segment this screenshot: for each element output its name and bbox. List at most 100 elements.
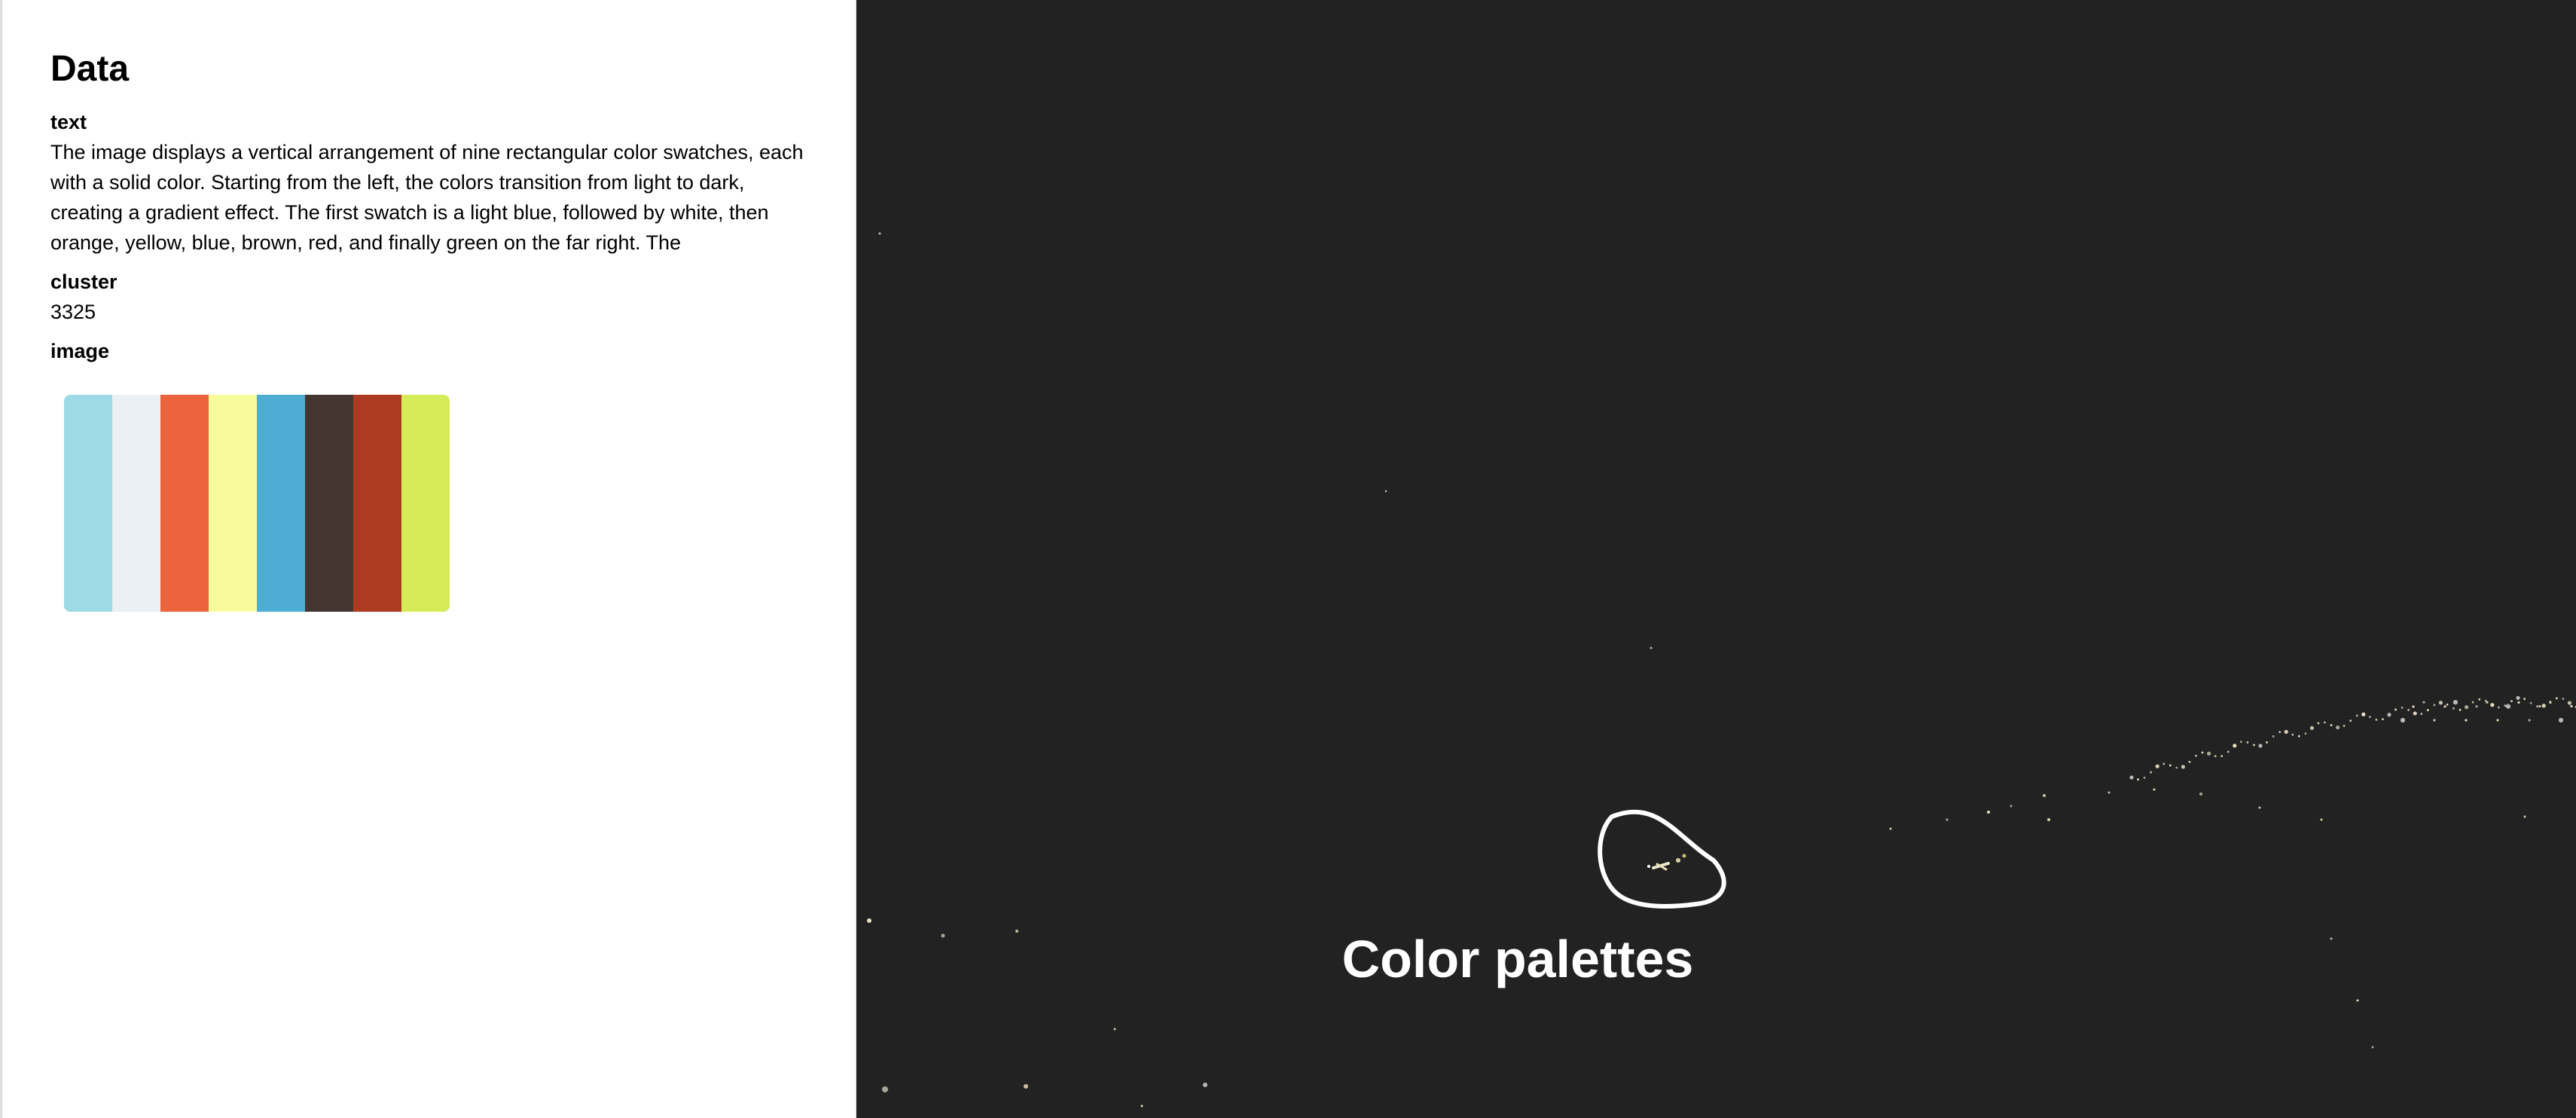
map-point[interactable] [2420, 713, 2423, 715]
map-point[interactable] [2401, 707, 2404, 709]
map-point[interactable] [2465, 705, 2469, 710]
map-point[interactable] [2413, 711, 2417, 716]
map-point[interactable] [1203, 1083, 1207, 1087]
map-point[interactable] [2107, 791, 2111, 794]
map-point[interactable] [2523, 815, 2526, 818]
map-point[interactable] [2330, 937, 2333, 940]
map-point[interactable] [2227, 750, 2230, 753]
map-point[interactable] [2528, 719, 2531, 722]
map-point[interactable] [2253, 744, 2255, 747]
map-point[interactable] [2336, 725, 2340, 730]
map-point[interactable] [2475, 705, 2478, 708]
map-point[interactable] [2465, 719, 2468, 722]
map-point[interactable] [2426, 709, 2429, 712]
map-point[interactable] [2320, 818, 2323, 821]
map-point[interactable] [2201, 751, 2204, 754]
map-point[interactable] [2207, 751, 2211, 756]
map-point[interactable] [2529, 701, 2532, 704]
map-point[interactable] [2562, 698, 2565, 700]
map-point[interactable] [2297, 735, 2300, 738]
highlighted-cluster-points[interactable] [1647, 854, 1686, 871]
map-point[interactable] [2490, 703, 2495, 707]
map-point[interactable] [2387, 713, 2391, 717]
map-point[interactable] [2153, 788, 2156, 791]
map-point[interactable] [2349, 719, 2352, 722]
map-point[interactable] [2433, 719, 2436, 722]
map-point[interactable] [1015, 930, 1018, 933]
map-point[interactable] [878, 232, 881, 235]
map-point[interactable] [882, 1086, 888, 1092]
map-point[interactable] [2446, 703, 2449, 706]
map-point[interactable] [2458, 708, 2462, 711]
map-point[interactable] [2258, 744, 2263, 748]
map-point[interactable] [2220, 755, 2223, 758]
map-point[interactable] [2155, 764, 2159, 768]
map-point[interactable] [1987, 811, 1990, 814]
map-point[interactable] [2412, 705, 2415, 708]
map-point[interactable] [2505, 704, 2511, 709]
map-point[interactable] [2452, 700, 2458, 705]
map-point[interactable] [2324, 721, 2326, 724]
map-point[interactable] [1113, 1028, 1116, 1031]
map-point[interactable] [2382, 718, 2384, 721]
cluster-highlight-circle-icon[interactable] [1598, 809, 1726, 909]
map-point[interactable] [2150, 771, 2153, 774]
map-point[interactable] [2368, 716, 2371, 718]
map-point[interactable] [2536, 705, 2539, 708]
map-point[interactable] [2355, 714, 2358, 717]
map-point[interactable] [2181, 765, 2186, 769]
map-point[interactable] [2549, 701, 2552, 704]
map-point[interactable] [2361, 712, 2366, 716]
map-point[interactable] [2047, 818, 2050, 821]
map-point[interactable] [2555, 697, 2558, 700]
map-point[interactable] [2272, 735, 2275, 738]
map-point[interactable] [2452, 707, 2455, 710]
map-point[interactable] [2169, 764, 2172, 767]
map-point[interactable] [2523, 698, 2526, 701]
map-point[interactable] [2284, 729, 2288, 735]
map-point[interactable] [2137, 778, 2139, 780]
map-point[interactable] [2266, 741, 2268, 744]
map-point[interactable] [1384, 490, 1387, 493]
embedding-map[interactable]: Color palettes [859, 0, 2576, 1118]
map-point[interactable] [2478, 698, 2481, 701]
map-point[interactable] [2195, 754, 2197, 757]
map-point[interactable] [2239, 741, 2242, 744]
cluster-label[interactable]: Color palettes [1216, 925, 1819, 993]
map-point[interactable] [2375, 719, 2378, 721]
map-point[interactable] [1946, 818, 1949, 821]
map-point[interactable] [2214, 755, 2217, 758]
map-point[interactable] [2371, 1046, 2374, 1049]
map-point[interactable] [2246, 741, 2249, 744]
map-point[interactable] [941, 933, 945, 938]
map-point[interactable] [2343, 725, 2346, 727]
map-point[interactable] [2188, 760, 2191, 763]
map-point[interactable] [2497, 706, 2500, 709]
map-point[interactable] [2570, 704, 2573, 707]
map-point[interactable] [2175, 766, 2178, 769]
map-point[interactable] [2162, 762, 2165, 765]
map-point[interactable] [2443, 705, 2446, 708]
map-point[interactable] [2043, 794, 2046, 797]
map-point[interactable] [2394, 708, 2397, 711]
map-point[interactable] [2541, 704, 2546, 708]
map-point[interactable] [2010, 805, 2013, 808]
map-point[interactable] [2309, 725, 2315, 730]
map-point[interactable] [2330, 724, 2333, 726]
map-point[interactable] [1889, 827, 1892, 830]
map-point[interactable] [2129, 775, 2134, 780]
map-point[interactable] [2278, 731, 2281, 734]
map-point[interactable] [2400, 717, 2406, 723]
map-point[interactable] [2558, 717, 2564, 723]
map-point[interactable] [2143, 776, 2146, 779]
map-point[interactable] [2407, 709, 2410, 711]
map-point[interactable] [2291, 733, 2294, 736]
map-point[interactable] [2433, 704, 2436, 707]
map-point[interactable] [2233, 744, 2237, 748]
map-point[interactable] [2356, 999, 2359, 1002]
map-point[interactable] [2567, 701, 2572, 705]
map-point[interactable] [2199, 793, 2202, 796]
map-point[interactable] [2258, 806, 2261, 809]
map-point[interactable] [867, 918, 871, 923]
map-point[interactable] [2438, 701, 2443, 705]
